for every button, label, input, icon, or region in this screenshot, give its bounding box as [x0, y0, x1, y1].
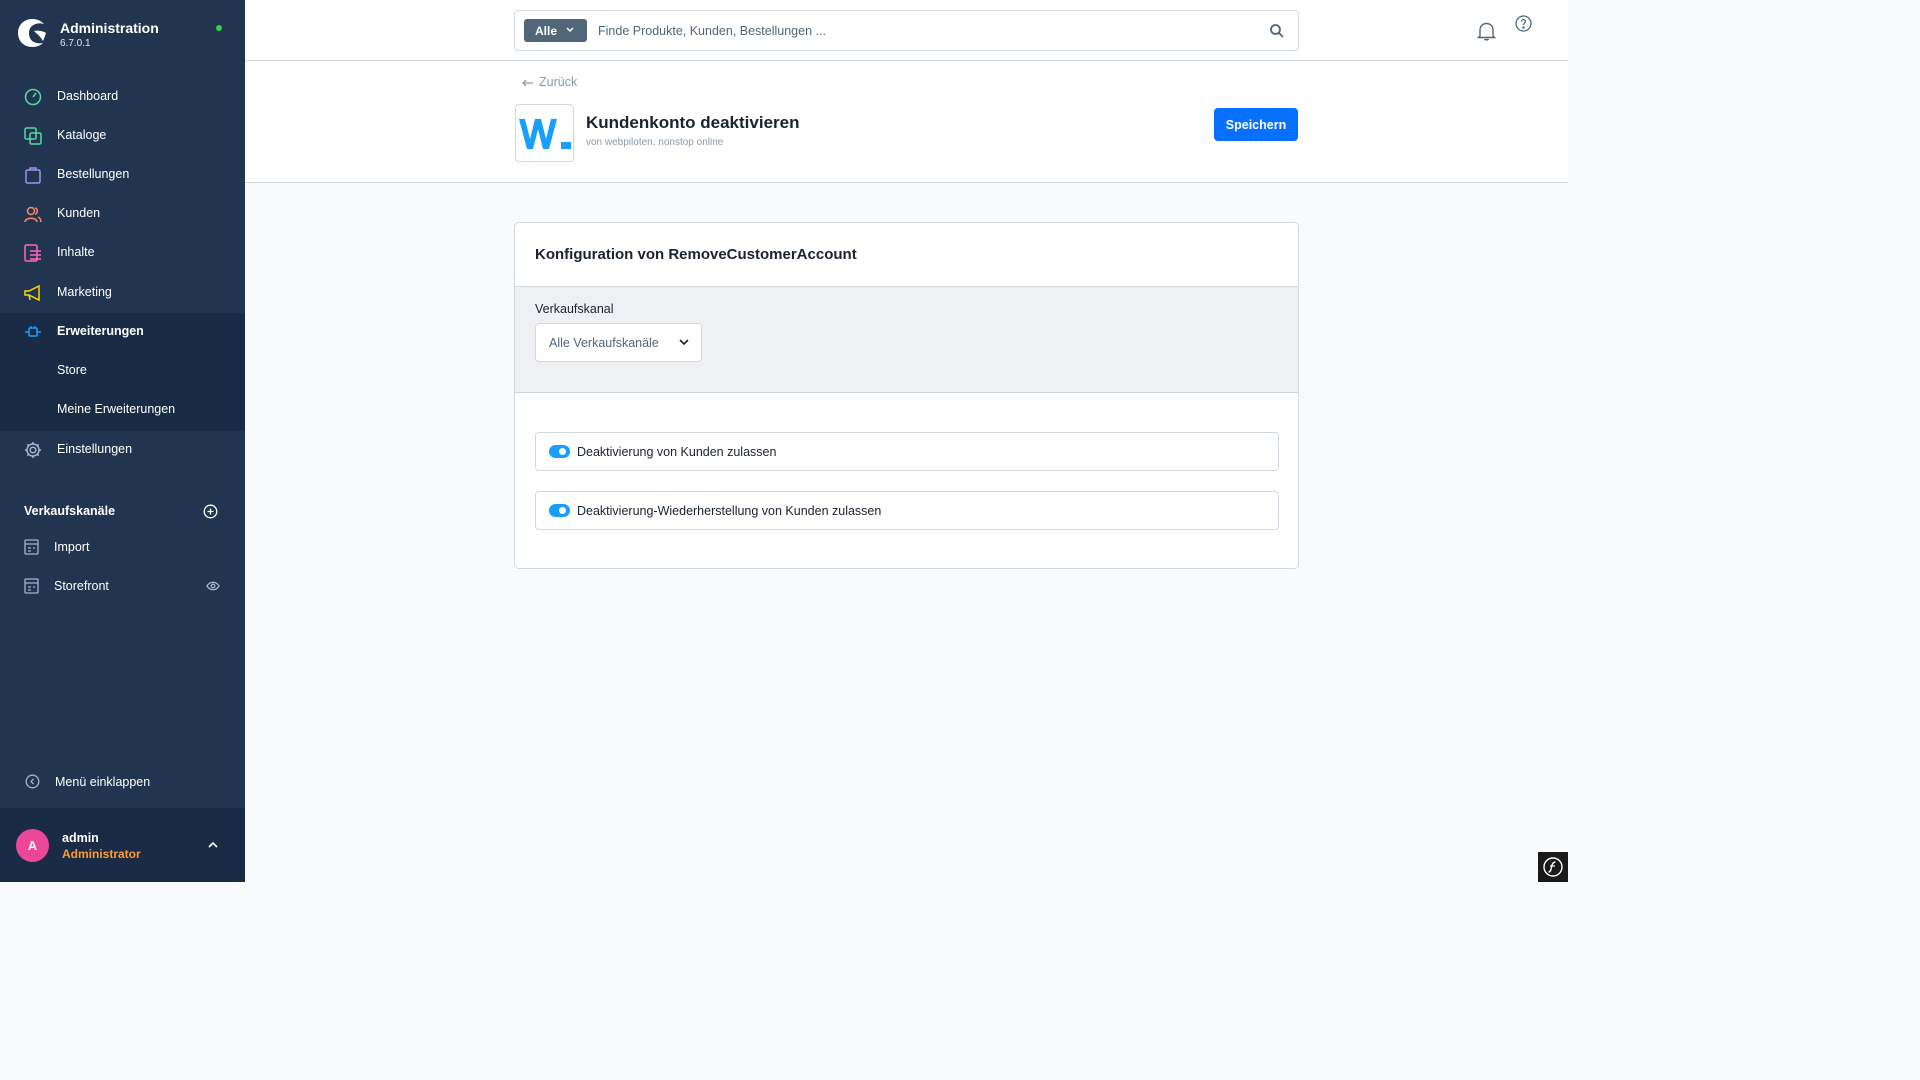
switch-label: Deaktivierung-Wiederherstellung von Kund…: [577, 504, 882, 518]
sidebar: Administration 6.7.0.1 Dashboard Katalog…: [0, 0, 245, 882]
sidebar-item-label: Marketing: [57, 285, 112, 299]
sidebar-item-kataloge[interactable]: Kataloge: [0, 116, 245, 155]
products-icon: [24, 127, 42, 145]
status-indicator: [216, 25, 222, 31]
sidebar-item-label: Kataloge: [57, 128, 107, 142]
sales-channel-label: Verkaufskanal: [535, 302, 614, 316]
switch-label: Deaktivierung von Kunden zulassen: [577, 445, 777, 459]
config-card: Konfiguration von RemoveCustomerAccount …: [514, 222, 1299, 569]
sidebar-item-label: Inhalte: [57, 245, 95, 259]
shopping-bag-icon: [25, 167, 41, 184]
collapse-menu-label: Menü einklappen: [55, 775, 151, 789]
brand-header: Administration 6.7.0.1: [0, 0, 245, 70]
save-button[interactable]: Speichern: [1214, 108, 1298, 141]
user-role: Administrator: [62, 847, 141, 861]
gauge-icon: [24, 88, 42, 106]
sidebar-item-label: Dashboard: [57, 89, 119, 103]
page-header: Zurück Kundenkonto deaktivieren von webp…: [245, 61, 1568, 183]
avatar: A: [16, 829, 49, 862]
sidebar-item-label: Meine Erweiterungen: [57, 402, 176, 416]
chevron-down-icon: [679, 339, 689, 346]
plugin-logo: [515, 104, 574, 162]
webpiloten-logo-icon: [519, 119, 571, 149]
global-search: Alle: [514, 10, 1299, 51]
sales-channels-heading: Verkaufskanäle: [24, 504, 116, 518]
toggle-knob: [559, 507, 566, 514]
sales-channel-filter: Verkaufskanal Alle Verkaufskanäle: [515, 286, 1298, 393]
sales-channel-select[interactable]: Alle Verkaufskanäle: [535, 323, 702, 362]
sidebar-item-label: Kunden: [57, 206, 101, 220]
plug-icon: [25, 326, 41, 337]
sidebar-subitem-meine-erweiterungen[interactable]: Meine Erweiterungen: [0, 390, 245, 429]
storefront-icon: [24, 578, 39, 594]
megaphone-icon: [24, 284, 40, 302]
switch-field-deactivation: Deaktivierung von Kunden zulassen: [535, 432, 1279, 471]
sidebar-item-marketing[interactable]: Marketing: [0, 273, 245, 312]
app-version: 6.7.0.1: [60, 38, 91, 49]
switch-field-restore: Deaktivierung-Wiederherstellung von Kund…: [535, 491, 1279, 530]
chevron-up-icon: [208, 841, 218, 848]
search-icon[interactable]: [1269, 23, 1285, 39]
page-title: Kundenkonto deaktivieren: [586, 113, 800, 132]
sidebar-item-kunden[interactable]: Kunden: [0, 194, 245, 233]
chevron-left-circle-icon: [25, 774, 40, 789]
chevron-down-icon: [566, 27, 574, 33]
gear-icon: [25, 442, 41, 458]
search-input[interactable]: [598, 17, 1248, 45]
back-link-label: Zurück: [539, 75, 578, 89]
user-menu[interactable]: A admin Administrator: [0, 808, 245, 882]
sidebar-item-label: Erweiterungen: [57, 324, 144, 338]
plugin-vendor: von webpiloten. nonstop online: [586, 137, 724, 148]
sales-channel-label: Import: [54, 540, 90, 554]
shopware-logo-icon: [18, 19, 46, 47]
sidebar-subitem-store[interactable]: Store: [0, 351, 245, 390]
toggle-switch[interactable]: [549, 445, 570, 458]
search-type-select[interactable]: Alle: [524, 19, 587, 42]
config-card-title: Konfiguration von RemoveCustomerAccount: [535, 246, 857, 263]
bell-icon[interactable]: [1477, 21, 1496, 41]
sidebar-item-label: Einstellungen: [57, 442, 133, 456]
sidebar-item-einstellungen[interactable]: Einstellungen: [0, 430, 245, 469]
sidebar-item-label: Bestellungen: [57, 167, 130, 181]
sales-channel-import[interactable]: Import: [0, 528, 245, 567]
sidebar-item-erweiterungen[interactable]: Erweiterungen: [0, 312, 245, 351]
collapse-menu-button[interactable]: Menü einklappen: [0, 768, 245, 798]
top-bar: Alle: [245, 0, 1568, 61]
search-type-label: Alle: [535, 24, 558, 38]
toggle-switch[interactable]: [549, 504, 570, 517]
app-title: Administration: [60, 20, 159, 36]
storefront-icon: [24, 539, 39, 555]
symfony-icon: [1543, 857, 1563, 877]
sidebar-item-dashboard[interactable]: Dashboard: [0, 77, 245, 116]
add-circle-icon[interactable]: [203, 504, 218, 519]
help-icon[interactable]: [1515, 15, 1532, 32]
user-name: admin: [62, 831, 99, 845]
eye-icon[interactable]: [206, 581, 220, 591]
arrow-left-icon: [522, 79, 533, 87]
sidebar-item-label: Store: [57, 363, 87, 377]
sidebar-item-inhalte[interactable]: Inhalte: [0, 233, 245, 272]
sidebar-item-bestellungen[interactable]: Bestellungen: [0, 155, 245, 194]
sales-channel-storefront[interactable]: Storefront: [0, 567, 245, 606]
sales-channel-label: Storefront: [54, 579, 109, 593]
sales-channel-value: Alle Verkaufskanäle: [549, 336, 659, 350]
toggle-knob: [559, 448, 566, 455]
symfony-toolbar-toggle[interactable]: [1538, 852, 1568, 882]
content-icon: [24, 244, 41, 262]
users-icon: [24, 206, 42, 223]
